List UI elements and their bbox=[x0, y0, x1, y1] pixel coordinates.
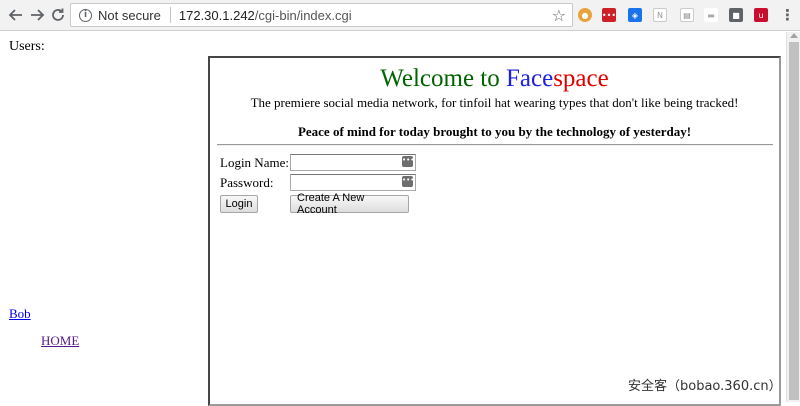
ublock-extension-icon[interactable]: u bbox=[754, 8, 768, 22]
page-content: Users: Bob HOME Welcome to Facespace The… bbox=[0, 32, 800, 406]
scroll-up-arrow-icon[interactable] bbox=[790, 33, 798, 38]
address-bar[interactable]: i Not secure 172.30.1.242/cgi-bin/index.… bbox=[70, 3, 573, 27]
welcome-heading: Welcome to Facespace bbox=[210, 64, 779, 94]
url-host: 172.30.1.242 bbox=[178, 7, 255, 23]
create-account-button[interactable]: Create A New Account bbox=[290, 192, 409, 216]
tagline: The premiere social media network, for t… bbox=[250, 95, 739, 110]
welcome-prefix: Welcome to bbox=[380, 65, 506, 92]
lastpass-extension-icon[interactable]: ••• bbox=[602, 8, 616, 22]
forward-arrow-icon[interactable] bbox=[27, 5, 47, 25]
scroll-thumb[interactable] bbox=[789, 42, 799, 400]
back-arrow-icon[interactable] bbox=[6, 5, 26, 25]
user-link-bob[interactable]: Bob bbox=[9, 306, 31, 322]
page-scrollbar[interactable] bbox=[786, 32, 800, 402]
dash-extension-icon[interactable]: ▬ bbox=[704, 8, 718, 22]
kebab-menu-icon[interactable]: ⋮ bbox=[780, 6, 795, 24]
star-icon[interactable]: ☆ bbox=[552, 6, 566, 25]
browser-toolbar: i Not secure 172.30.1.242/cgi-bin/index.… bbox=[0, 0, 800, 31]
welcome-face: Face bbox=[506, 65, 554, 92]
users-label: Users: bbox=[9, 39, 45, 54]
login-name-label: Login Name: bbox=[220, 155, 289, 170]
login-name-input[interactable] bbox=[290, 154, 416, 171]
divider bbox=[217, 144, 773, 146]
info-icon[interactable]: i bbox=[79, 8, 92, 22]
reload-icon[interactable] bbox=[48, 5, 68, 25]
url-text[interactable]: 172.30.1.242/cgi-bin/index.cgi bbox=[179, 8, 552, 23]
n-extension-icon[interactable]: N bbox=[653, 8, 667, 22]
login-frame: Welcome to Facespace The premiere social… bbox=[208, 56, 781, 406]
password-label: Password: bbox=[220, 175, 274, 190]
login-button[interactable]: Login bbox=[220, 195, 258, 213]
password-input[interactable] bbox=[290, 174, 416, 191]
url-path: /cgi-bin/index.cgi bbox=[254, 7, 352, 23]
welcome-space: space bbox=[553, 65, 609, 92]
document-extension-icon[interactable]: ▤ bbox=[680, 8, 694, 22]
blue-extension-icon[interactable]: ◈ bbox=[628, 8, 642, 22]
cookie-extension-icon[interactable]: ● bbox=[578, 8, 592, 22]
security-label[interactable]: Not secure bbox=[98, 8, 161, 23]
peace-slogan: Peace of mind for today brought to you b… bbox=[297, 124, 692, 139]
home-link[interactable]: HOME bbox=[41, 333, 79, 349]
password-manager-icon[interactable]: ••• bbox=[402, 176, 414, 187]
address-separator bbox=[169, 7, 171, 23]
square-extension-icon[interactable]: ■ bbox=[729, 8, 743, 22]
password-manager-icon[interactable]: ••• bbox=[402, 156, 414, 167]
watermark: 安全客（bobao.360.cn） bbox=[628, 379, 782, 394]
